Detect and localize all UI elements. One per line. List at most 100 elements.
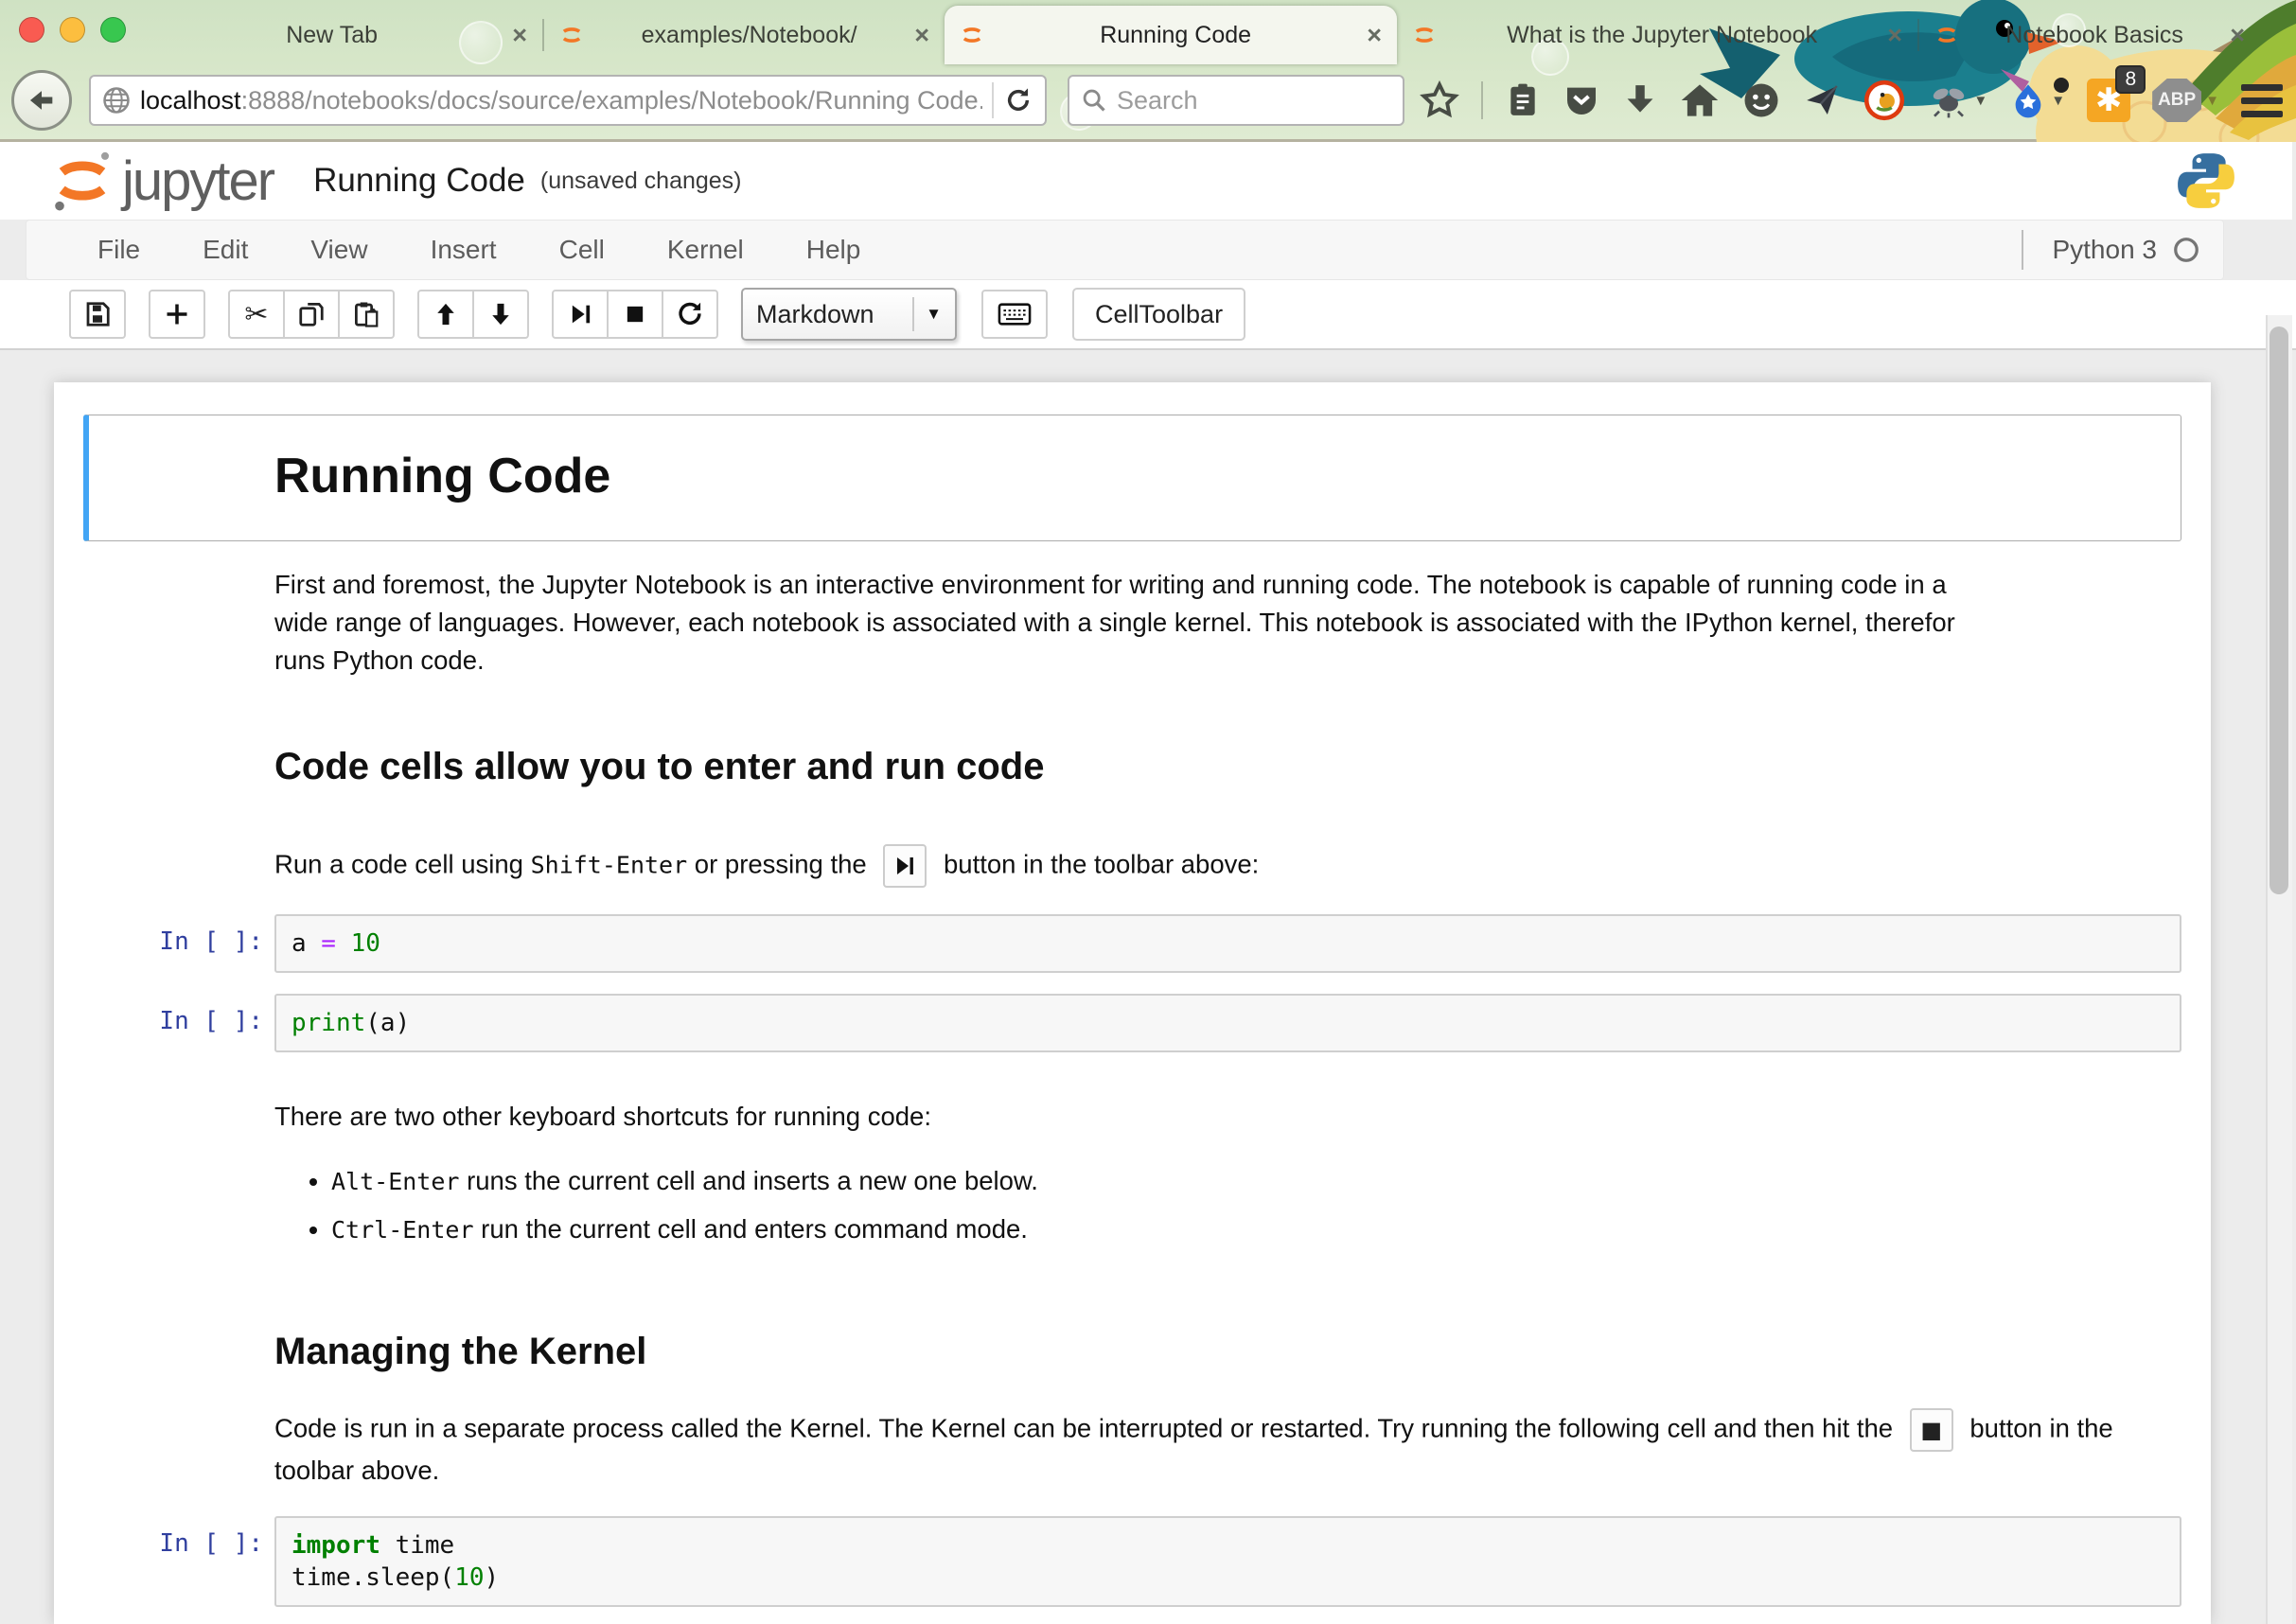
abp-octagon: ABP	[2152, 79, 2201, 122]
kbd-alt-enter: Alt-Enter	[331, 1168, 459, 1195]
paste-cell-button[interactable]	[338, 290, 395, 339]
kernel-idle-icon	[2172, 236, 2200, 264]
chevron-down-icon[interactable]: ▼	[2051, 93, 2065, 109]
search-input[interactable]	[1117, 86, 1353, 115]
extension-orange-icon[interactable]: ✱ 8	[2087, 79, 2130, 122]
tab-close-icon[interactable]: ×	[1367, 21, 1382, 50]
markdown-cell[interactable]: Run a code cell using Shift-Enter or pre…	[83, 844, 2181, 888]
prompt-spacer	[83, 1374, 274, 1490]
menu-file[interactable]: File	[66, 235, 171, 265]
command-palette-button[interactable]	[981, 290, 1048, 339]
input-prompt: In [ ]:	[83, 914, 274, 973]
tab-close-icon[interactable]: ×	[914, 21, 929, 50]
adblock-plus-icon[interactable]: ABP ▼	[2152, 79, 2219, 122]
section-heading-code-cells: Code cells allow you to enter and run co…	[274, 744, 2174, 789]
url-host: localhost	[140, 86, 241, 115]
run-icon	[567, 301, 593, 327]
copy-cell-button[interactable]	[283, 290, 340, 339]
reload-icon[interactable]	[1003, 85, 1033, 115]
markdown-cell[interactable]: Managing the Kernel	[83, 1329, 2181, 1374]
tab-new-tab[interactable]: New Tab ×	[150, 6, 542, 64]
feedback-smiley-icon[interactable]	[1741, 80, 1781, 120]
interrupt-kernel-button[interactable]	[607, 290, 663, 339]
tab-close-icon[interactable]: ×	[1887, 21, 1902, 50]
kernel-name: Python 3	[2052, 235, 2157, 265]
move-cell-up-button[interactable]	[417, 290, 474, 339]
code-input-a-equals-10[interactable]: a = 10	[274, 914, 2181, 973]
tab-title: Running Code	[998, 22, 1353, 49]
code-cell: In [ ]: print(a)	[83, 994, 2181, 1052]
back-button[interactable]	[11, 70, 72, 131]
tab-close-icon[interactable]: ×	[2230, 21, 2245, 50]
stop-button-image: ■	[1910, 1408, 1953, 1452]
toolbar-icons: ▼ ▼ ✱ 8 ABP ▼	[1420, 74, 2283, 127]
cell-type-dropdown[interactable]: Markdown ▼	[741, 288, 957, 341]
tab-close-icon[interactable]: ×	[512, 21, 527, 50]
keyboard-icon	[998, 300, 1032, 328]
code-input-print-a[interactable]: print(a)	[274, 994, 2181, 1052]
pocket-icon[interactable]	[1563, 81, 1600, 119]
code-cell: In [ ]: a = 10	[83, 914, 2181, 973]
tab-what-is-jupyter[interactable]: What is the Jupyter Notebook ×	[1397, 6, 1917, 64]
markdown-cell[interactable]: If the Kernel dies you will be prompted …	[83, 1607, 2181, 1624]
code-input-import-time[interactable]: import time time.sleep(10)	[274, 1516, 2181, 1607]
run-cell-button[interactable]	[552, 290, 609, 339]
tab-examples-notebook[interactable]: examples/Notebook/ ×	[544, 6, 945, 64]
notebook-title[interactable]: Running Code	[313, 162, 525, 200]
tab-title: What is the Jupyter Notebook	[1450, 22, 1874, 49]
run-icon	[893, 855, 916, 877]
extension-blue-icon[interactable]: ▼	[2009, 79, 2065, 121]
bookmark-star-icon[interactable]	[1420, 80, 1459, 120]
menu-kernel[interactable]: Kernel	[636, 235, 775, 265]
add-cell-button[interactable]	[149, 290, 205, 339]
menu-help[interactable]: Help	[775, 235, 892, 265]
url-path: :8888/notebooks/docs/source/examples/Not…	[241, 86, 982, 115]
markdown-cell[interactable]: First and foremost, the Jupyter Notebook…	[83, 566, 1969, 680]
menu-cell[interactable]: Cell	[528, 235, 636, 265]
jupyter-favicon-icon	[559, 23, 584, 47]
stop-icon	[622, 301, 648, 327]
arrow-up-icon	[433, 301, 459, 327]
autosave-status: (unsaved changes)	[540, 168, 742, 195]
markdown-cell[interactable]: Code is run in a separate process called…	[83, 1374, 2181, 1490]
chevron-down-icon[interactable]: ▼	[2205, 93, 2219, 109]
move-cell-down-button[interactable]	[472, 290, 529, 339]
menu-edit[interactable]: Edit	[171, 235, 279, 265]
cell-toolbar-button[interactable]: CellToolbar	[1072, 288, 1245, 341]
tab-running-code-active[interactable]: Running Code ×	[945, 6, 1397, 64]
close-window-button[interactable]	[19, 17, 44, 43]
extension-fly-icon[interactable]: ▼	[1928, 81, 1987, 119]
minimize-window-button[interactable]	[60, 17, 85, 43]
send-page-icon[interactable]	[1803, 80, 1841, 120]
jupyter-logo[interactable]: jupyter	[52, 148, 274, 214]
menu-view[interactable]: View	[279, 235, 398, 265]
icon-separator	[1481, 81, 1483, 119]
intro-paragraph: First and foremost, the Jupyter Notebook…	[274, 566, 1961, 680]
search-bar[interactable]	[1068, 75, 1404, 126]
markdown-cell[interactable]: There are two other keyboard shortcuts f…	[83, 1098, 2181, 1257]
section-heading-kernel: Managing the Kernel	[274, 1329, 2174, 1374]
page-scrollbar-thumb[interactable]	[2270, 327, 2288, 894]
url-bar[interactable]: localhost :8888/notebooks/docs/source/ex…	[89, 75, 1047, 126]
menu-insert[interactable]: Insert	[399, 235, 528, 265]
notification-badge: 8	[2115, 65, 2146, 94]
chevron-down-icon[interactable]: ▼	[1973, 93, 1987, 109]
downloads-icon[interactable]	[1622, 80, 1658, 120]
notebook-container: Running Code First and foremost, the Jup…	[54, 382, 2211, 1624]
zoom-window-button[interactable]	[100, 17, 126, 43]
tab-notebook-basics[interactable]: Notebook Basics ×	[1919, 6, 2260, 64]
markdown-cell[interactable]: Code cells allow you to enter and run co…	[83, 744, 2181, 789]
prompt-spacer	[83, 1607, 274, 1624]
cut-cell-button[interactable]: ✂	[228, 290, 285, 339]
duckduckgo-icon[interactable]	[1863, 79, 1906, 122]
list-item: Alt-Enter runs the current cell and inse…	[331, 1160, 2174, 1203]
restart-kernel-button[interactable]	[662, 290, 718, 339]
home-icon[interactable]	[1680, 80, 1720, 120]
cell-type-value: Markdown	[756, 300, 874, 329]
selected-markdown-cell[interactable]: Running Code	[83, 415, 2181, 541]
menu-hamburger-icon[interactable]	[2241, 84, 2283, 117]
bookmarks-menu-icon[interactable]	[1505, 80, 1541, 120]
save-button[interactable]	[69, 290, 126, 339]
new-tab-button[interactable]: +	[2287, 15, 2296, 56]
search-icon	[1081, 87, 1107, 114]
